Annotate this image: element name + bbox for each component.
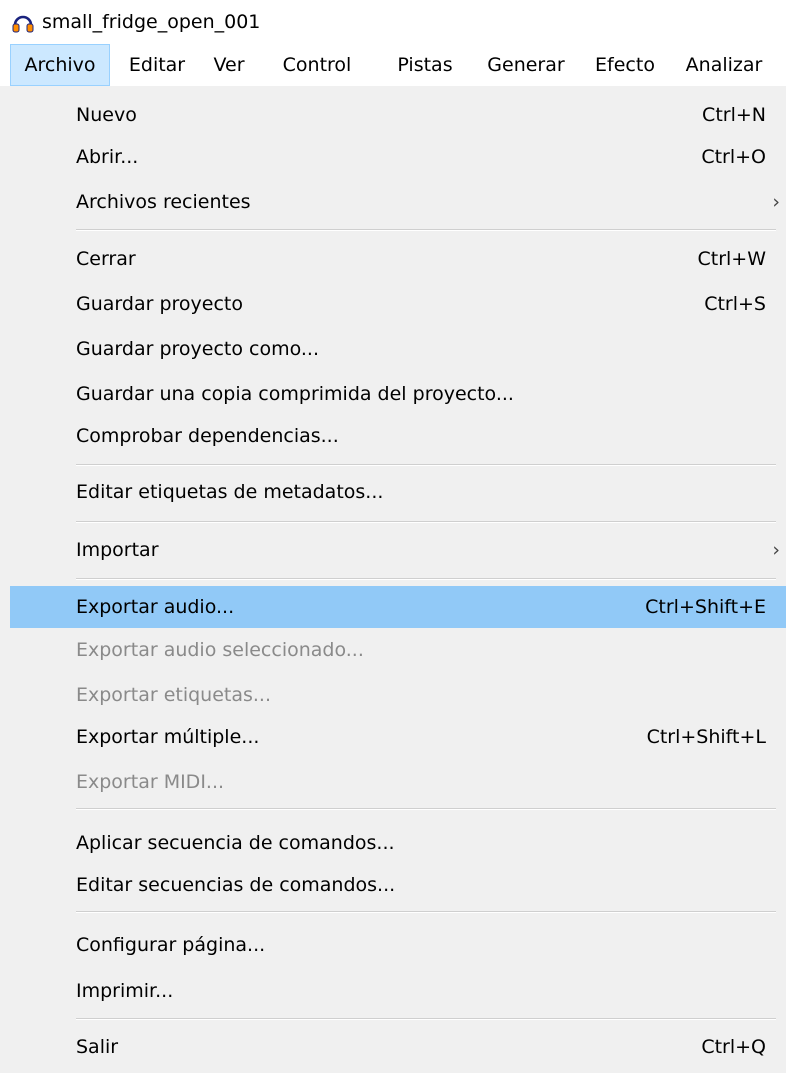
menu-item-editar-secuencias[interactable]: Editar secuencias de comandos... [10,864,786,906]
menu-editar[interactable]: Editar [118,44,196,86]
menu-item-editar-etiquetas-metadatos[interactable]: Editar etiquetas de metadatos... [10,471,786,513]
menu-item-label: Configurar página... [76,934,266,956]
menu-item-label: Exportar múltiple... [76,726,260,748]
file-menu: Nuevo Ctrl+N Abrir... Ctrl+O Archivos re… [0,86,786,1073]
menu-ver[interactable]: Ver [204,44,254,86]
menu-item-label: Nuevo [76,104,137,126]
menu-item-label: Comprobar dependencias... [76,425,339,447]
menu-bar: Archivo Editar Ver Control Pistas Genera… [0,44,786,86]
window-title: small_fridge_open_001 [42,11,261,33]
menu-efecto[interactable]: Efecto [580,44,670,86]
menu-item-shortcut: Ctrl+O [701,146,766,168]
menu-item-label: Exportar etiquetas... [76,684,272,706]
menu-item-cerrar[interactable]: Cerrar Ctrl+W [10,238,786,280]
menu-item-shortcut: Ctrl+Shift+E [645,596,766,618]
menu-item-comprobar-dependencias[interactable]: Comprobar dependencias... [10,415,786,457]
chevron-right-icon: › [772,539,780,561]
menu-item-label: Guardar proyecto como... [76,338,320,360]
menu-item-nuevo[interactable]: Nuevo Ctrl+N [10,94,786,136]
menu-item-guardar-copia-comprimida[interactable]: Guardar una copia comprimida del proyect… [10,373,786,415]
menu-separator [76,464,776,466]
title-bar: small_fridge_open_001 [0,0,786,44]
menu-item-shortcut: Ctrl+W [697,248,766,270]
menu-analizar[interactable]: Analizar [672,44,776,86]
menu-item-importar[interactable]: Importar › [10,529,786,571]
menu-item-configurar-pagina[interactable]: Configurar página... [10,924,786,966]
menu-item-exportar-audio[interactable]: Exportar audio... Ctrl+Shift+E [10,586,786,628]
menu-separator [76,229,776,231]
menu-separator [76,911,776,913]
menu-archivo[interactable]: Archivo [10,44,110,86]
menu-item-archivos-recientes[interactable]: Archivos recientes › [10,181,786,223]
menu-item-label: Salir [76,1036,119,1058]
menu-item-imprimir[interactable]: Imprimir... [10,970,786,1012]
menu-separator [76,521,776,523]
chevron-right-icon: › [772,191,780,213]
menu-item-guardar-proyecto[interactable]: Guardar proyecto Ctrl+S [10,283,786,325]
menu-item-label: Cerrar [76,248,136,270]
menu-item-aplicar-secuencia[interactable]: Aplicar secuencia de comandos... [10,822,786,864]
menu-control[interactable]: Control [262,44,372,86]
menu-item-shortcut: Ctrl+S [704,293,766,315]
menu-separator [76,808,776,810]
menu-item-exportar-audio-seleccionado: Exportar audio seleccionado... [10,629,786,671]
menu-item-abrir[interactable]: Abrir... Ctrl+O [10,136,786,178]
menu-item-label: Exportar audio seleccionado... [76,639,364,661]
menu-item-label: Imprimir... [76,980,174,1002]
menu-item-label: Abrir... [76,146,139,168]
menu-item-label: Exportar audio... [76,596,235,618]
menu-item-label: Aplicar secuencia de comandos... [76,832,395,854]
menu-item-label: Guardar una copia comprimida del proyect… [76,383,514,405]
menu-item-exportar-etiquetas: Exportar etiquetas... [10,674,786,716]
menu-item-shortcut: Ctrl+N [702,104,766,126]
menu-item-shortcut: Ctrl+Q [701,1036,766,1058]
menu-pistas[interactable]: Pistas [378,44,472,86]
menu-separator [76,1018,776,1020]
menu-item-exportar-multiple[interactable]: Exportar múltiple... Ctrl+Shift+L [10,716,786,758]
menu-item-label: Editar etiquetas de metadatos... [76,481,384,503]
menu-item-guardar-proyecto-como[interactable]: Guardar proyecto como... [10,328,786,370]
menu-item-exportar-midi: Exportar MIDI... [10,761,786,803]
menu-separator [76,578,776,580]
headphones-icon [12,13,34,33]
menu-item-label: Exportar MIDI... [76,771,225,793]
menu-generar[interactable]: Generar [474,44,578,86]
menu-item-salir[interactable]: Salir Ctrl+Q [10,1026,786,1068]
menu-item-label: Editar secuencias de comandos... [76,874,396,896]
menu-item-shortcut: Ctrl+Shift+L [646,726,766,748]
menu-item-label: Archivos recientes [76,191,251,213]
menu-item-label: Importar [76,539,159,561]
menu-item-label: Guardar proyecto [76,293,243,315]
